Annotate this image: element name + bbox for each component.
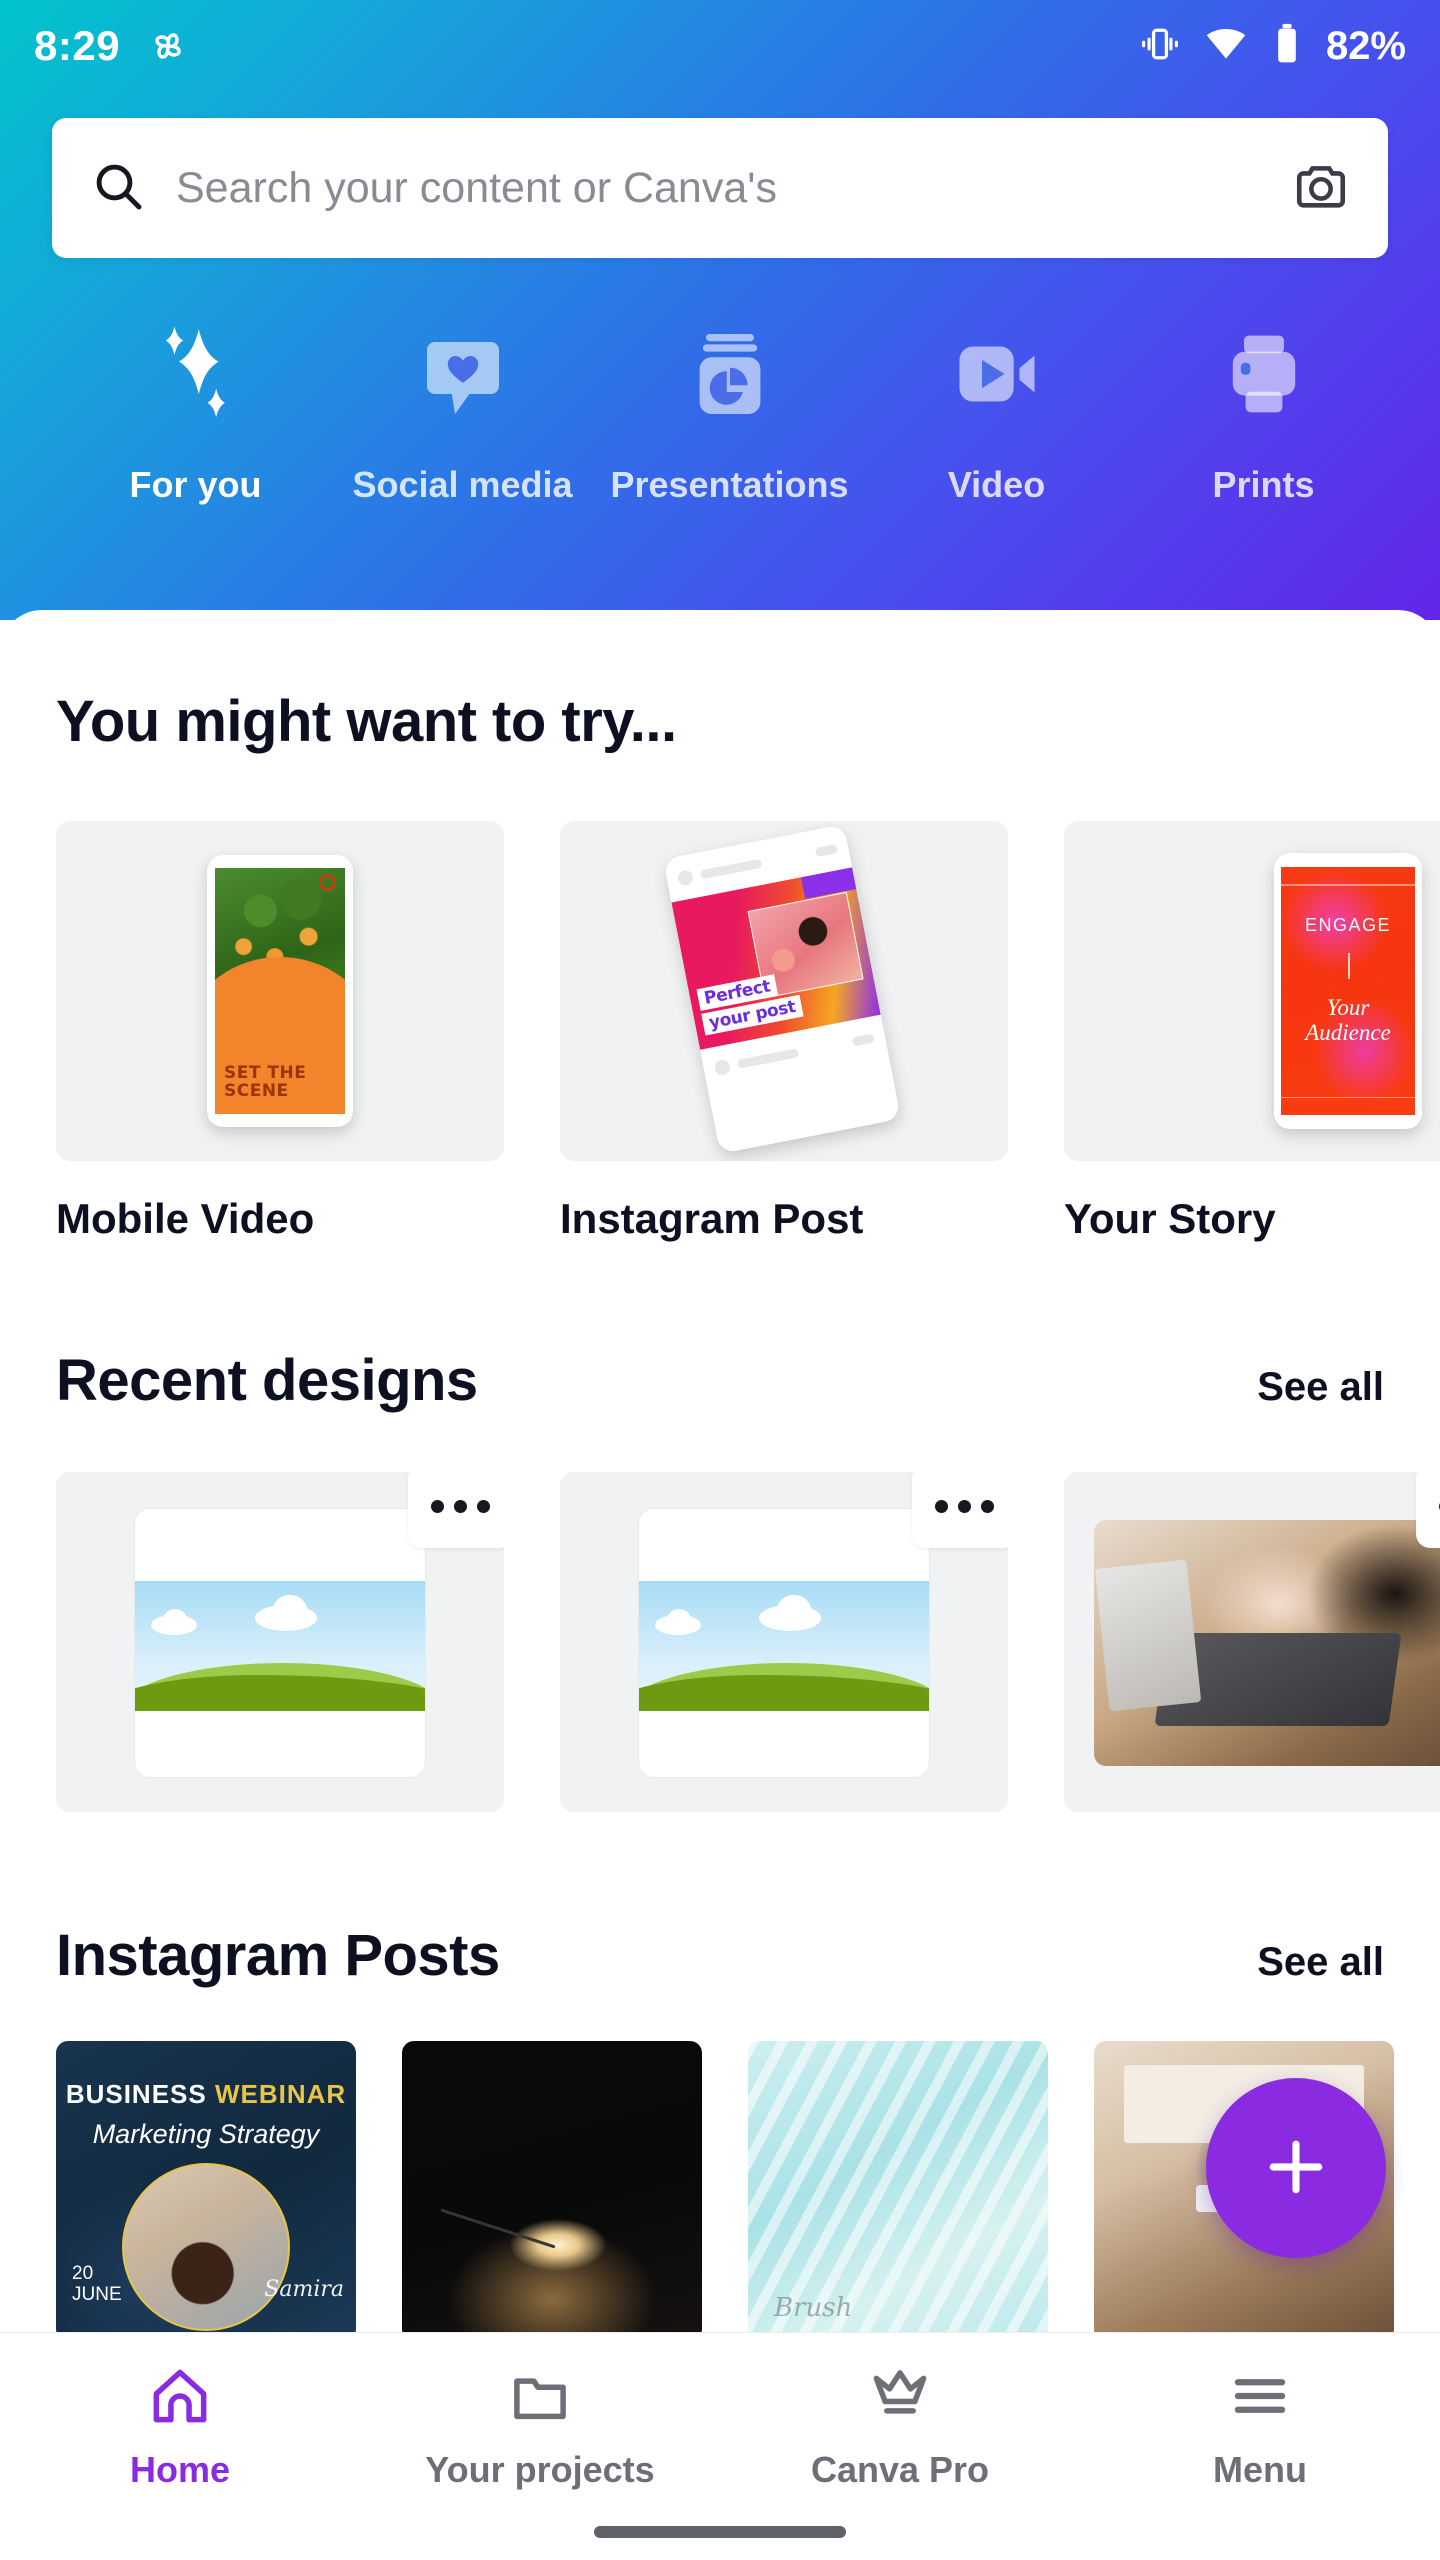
category-tab-video[interactable]: Video bbox=[863, 318, 1130, 506]
recent-design-thumbnail bbox=[56, 1472, 504, 1812]
instagram-section-header: Instagram Posts See all bbox=[0, 1922, 1440, 1989]
category-tab-label: Social media bbox=[352, 464, 573, 505]
content-sheet: You might want to try... SET THE SCENE M… bbox=[0, 610, 1440, 2370]
post-title: BUSINESS WEBINAR bbox=[65, 2079, 347, 2109]
try-cards-row[interactable]: SET THE SCENE Mobile Video Perfect your … bbox=[0, 821, 1440, 1243]
battery-icon bbox=[1270, 22, 1304, 71]
recent-design-card[interactable] bbox=[56, 1472, 504, 1812]
nav-item-home[interactable]: Home bbox=[0, 2361, 360, 2491]
category-tab-presentations[interactable]: Presentations bbox=[596, 318, 863, 506]
phone-mockup: SET THE SCENE bbox=[207, 855, 353, 1127]
recent-cards-row[interactable] bbox=[0, 1472, 1440, 1812]
instagram-post-card[interactable] bbox=[402, 2041, 702, 2341]
try-card-label: Your Story bbox=[1064, 1195, 1276, 1242]
see-all-instagram-button[interactable]: See all bbox=[1257, 1940, 1384, 1985]
nav-item-label: Your projects bbox=[425, 2449, 655, 2490]
status-bar-time: 8:29 bbox=[34, 22, 121, 69]
category-tab-label: Prints bbox=[1212, 464, 1315, 505]
design-text-top: ENGAGE bbox=[1304, 915, 1392, 935]
design-text: SET THE SCENE bbox=[224, 1063, 307, 1101]
folder-icon bbox=[507, 2361, 573, 2431]
category-tab-marketing[interactable]: Mar bbox=[1397, 318, 1440, 506]
system-home-indicator bbox=[594, 2526, 846, 2538]
nav-item-menu[interactable]: Menu bbox=[1080, 2361, 1440, 2491]
category-tab-label: Video bbox=[947, 464, 1046, 505]
bottom-navigation[interactable]: Home Your projects Canva Pro Menu bbox=[0, 2332, 1440, 2560]
nav-item-label: Home bbox=[129, 2449, 231, 2490]
nav-item-label: Menu bbox=[1213, 2449, 1307, 2490]
category-tab-label: Presentations bbox=[610, 464, 849, 505]
post-signature: Brush bbox=[774, 2293, 853, 2323]
nav-item-your-projects[interactable]: Your projects bbox=[360, 2361, 720, 2491]
more-options-icon[interactable] bbox=[912, 1472, 1008, 1548]
recent-section-header: Recent designs See all bbox=[0, 1347, 1440, 1414]
create-design-fab[interactable] bbox=[1206, 2078, 1386, 2258]
try-card-instagram-post[interactable]: Perfect your post Instagram Post bbox=[560, 821, 1008, 1243]
battery-percentage: 82% bbox=[1325, 23, 1406, 68]
recent-design-card[interactable] bbox=[560, 1472, 1008, 1812]
instagram-post-thumbnail: Brush bbox=[748, 2041, 1048, 2341]
nav-item-label: Canva Pro bbox=[810, 2449, 990, 2490]
crown-icon bbox=[867, 2361, 933, 2431]
pinwheel-icon bbox=[146, 24, 190, 68]
more-options-icon[interactable] bbox=[408, 1472, 504, 1548]
try-section-header: You might want to try... bbox=[0, 688, 1440, 755]
nav-item-canva-pro[interactable]: Canva Pro bbox=[720, 2361, 1080, 2491]
printer-icon bbox=[1216, 318, 1312, 430]
camera-icon[interactable] bbox=[1292, 157, 1350, 220]
sparkles-icon bbox=[141, 318, 251, 430]
vibrate-icon bbox=[1138, 22, 1182, 71]
category-tab-social-media[interactable]: Social media bbox=[329, 318, 596, 506]
search-bar[interactable] bbox=[52, 118, 1388, 258]
home-icon bbox=[147, 2361, 213, 2431]
more-options-icon[interactable] bbox=[1416, 1472, 1440, 1548]
search-input[interactable] bbox=[176, 163, 1292, 213]
post-subtitle: Marketing Strategy bbox=[92, 2119, 320, 2149]
recent-design-thumbnail bbox=[560, 1472, 1008, 1812]
category-tab-prints[interactable]: Prints bbox=[1130, 318, 1397, 506]
see-all-recent-button[interactable]: See all bbox=[1257, 1365, 1384, 1410]
wifi-icon bbox=[1204, 22, 1248, 71]
section-title-instagram: Instagram Posts bbox=[56, 1923, 500, 1988]
hamburger-icon bbox=[1227, 2361, 1293, 2431]
video-camera-icon bbox=[947, 318, 1047, 430]
category-tab-label: For you bbox=[129, 464, 262, 505]
app-header: 8:29 82% Search your content or Canva's … bbox=[0, 0, 1440, 620]
orange-badge-icon bbox=[319, 874, 336, 891]
try-card-mobile-video[interactable]: SET THE SCENE Mobile Video bbox=[56, 821, 504, 1243]
try-card-thumbnail: ENGAGE Your Audience bbox=[1064, 821, 1440, 1161]
try-card-label: Mobile Video bbox=[56, 1195, 315, 1242]
heart-bubble-icon bbox=[415, 318, 511, 430]
try-card-your-story[interactable]: ENGAGE Your Audience Your Story bbox=[1064, 821, 1440, 1243]
post-signature: Samira bbox=[264, 2277, 344, 2302]
instagram-post-thumbnail bbox=[402, 2041, 702, 2341]
instagram-post-card[interactable]: BUSINESS WEBINAR Marketing Strategy 20 JU… bbox=[56, 2041, 356, 2341]
section-title-try: You might want to try... bbox=[56, 689, 677, 754]
try-card-label: Instagram Post bbox=[560, 1195, 864, 1242]
design-text-body: Your Audience bbox=[1305, 995, 1391, 1045]
plus-icon bbox=[1257, 2128, 1335, 2209]
try-card-thumbnail: SET THE SCENE bbox=[56, 821, 504, 1161]
phone-mockup: Perfect your post bbox=[663, 824, 901, 1154]
chart-icon bbox=[682, 318, 778, 430]
category-tab-for-you[interactable]: For you bbox=[62, 318, 329, 506]
recent-design-thumbnail bbox=[1064, 1472, 1440, 1812]
recent-design-card[interactable] bbox=[1064, 1472, 1440, 1812]
try-card-thumbnail: Perfect your post bbox=[560, 821, 1008, 1161]
phone-mockup: ENGAGE Your Audience bbox=[1274, 853, 1422, 1129]
category-tabs[interactable]: For you Social media Presentations Video… bbox=[0, 318, 1440, 558]
section-title-recent: Recent designs bbox=[56, 1348, 478, 1413]
status-bar: 8:29 82% bbox=[0, 0, 1440, 92]
search-icon bbox=[90, 158, 146, 219]
instagram-post-card[interactable]: Brush bbox=[748, 2041, 1048, 2341]
instagram-post-thumbnail: BUSINESS WEBINAR Marketing Strategy 20 JU… bbox=[56, 2041, 356, 2341]
post-date: 20 JUNE bbox=[72, 2263, 122, 2305]
